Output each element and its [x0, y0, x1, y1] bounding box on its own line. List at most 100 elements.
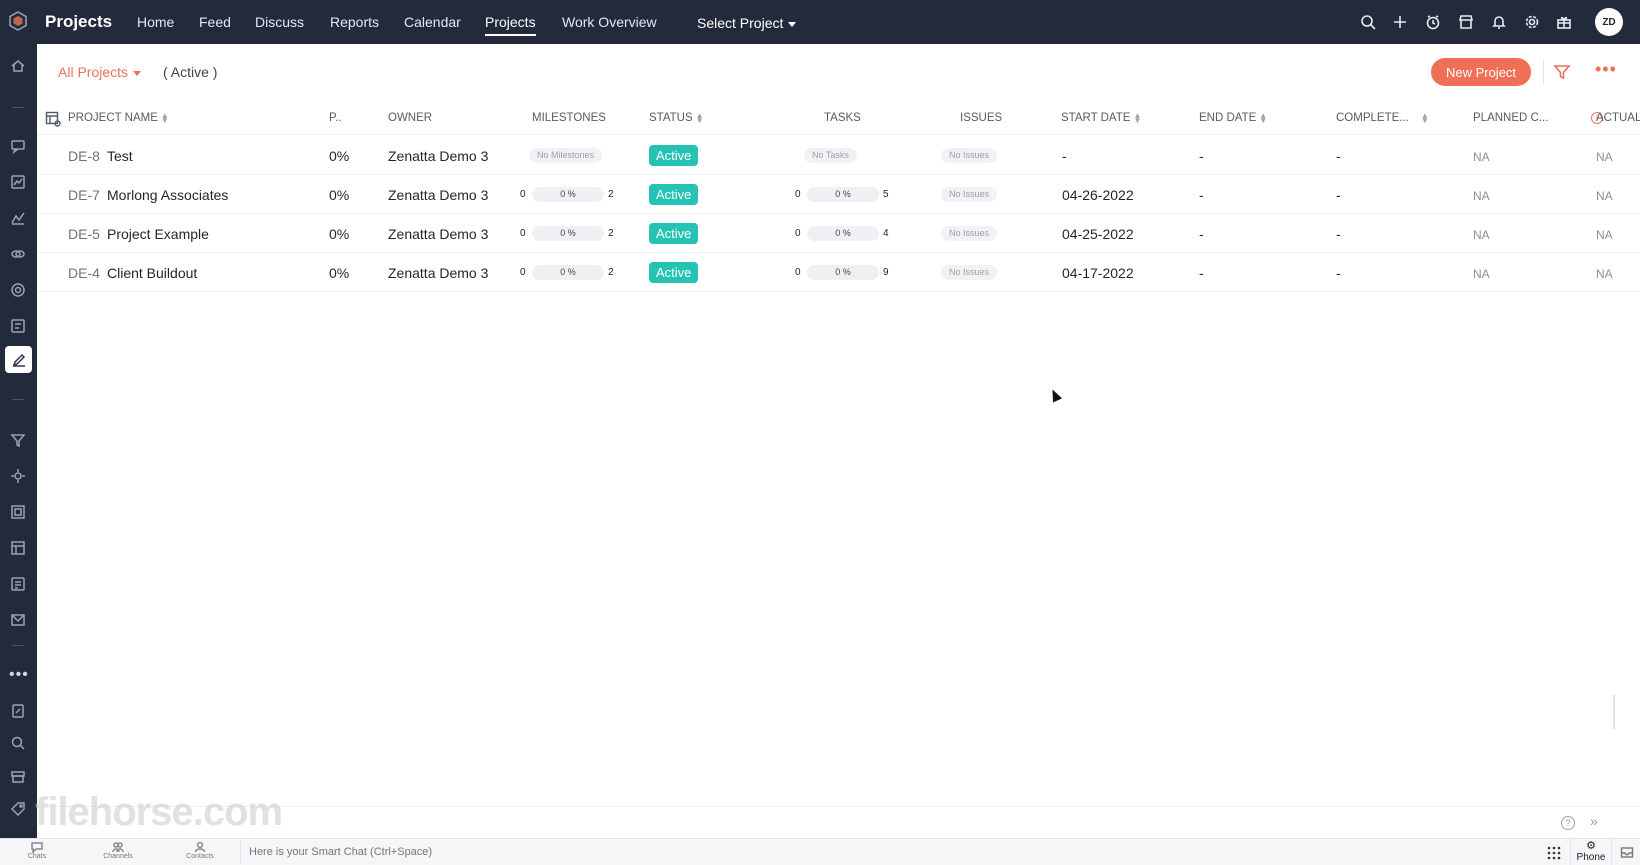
column-status[interactable]: STATUS ▲ ▼	[649, 111, 704, 124]
link-icon[interactable]	[9, 245, 27, 263]
sort-icon[interactable]: ▲ ▼	[1259, 111, 1267, 124]
column-issues[interactable]: ISSUES	[960, 112, 1002, 124]
table-row[interactable]: DE-8 Test 0% Zenatta Demo 3 No Milestone…	[37, 136, 1640, 175]
add-icon[interactable]	[1391, 13, 1409, 31]
help-icon[interactable]: ?	[1561, 816, 1575, 830]
nav-projects[interactable]: Projects	[485, 14, 536, 36]
reports-icon[interactable]	[9, 173, 27, 191]
collapse-panel-icon[interactable]: »	[1590, 813, 1598, 829]
document-icon[interactable]	[9, 702, 27, 720]
column-tasks[interactable]: TASKS	[824, 112, 861, 124]
rail-divider	[12, 645, 24, 646]
column-start-date[interactable]: START DATE ▲ ▼	[1061, 111, 1141, 124]
contacts-tab[interactable]: Contacts	[175, 841, 225, 860]
nav-home[interactable]: Home	[137, 14, 174, 30]
issues-empty-pill: No Issues	[941, 187, 998, 202]
nav-work-overview[interactable]: Work Overview	[562, 14, 657, 30]
chat-icon	[31, 842, 43, 853]
mail-icon[interactable]	[9, 611, 27, 629]
status-badge[interactable]: Active	[649, 145, 699, 166]
sort-icon[interactable]: ▲ ▼	[696, 111, 704, 124]
project-name-link[interactable]: Test	[107, 148, 133, 164]
toolbar-divider	[1543, 60, 1544, 84]
select-project-dropdown[interactable]: Select Project	[697, 15, 797, 31]
project-owner[interactable]: Zenatta Demo 3	[388, 148, 488, 164]
app-logo-icon[interactable]	[7, 10, 29, 32]
gear-icon[interactable]	[1523, 13, 1541, 31]
new-project-button[interactable]: New Project	[1431, 58, 1531, 86]
nav-reports[interactable]: Reports	[330, 14, 379, 30]
table-row[interactable]: DE-5 Project Example 0% Zenatta Demo 3 0…	[37, 214, 1640, 253]
app-grid-icon[interactable]	[1546, 845, 1562, 861]
discuss-icon[interactable]	[9, 137, 27, 155]
tasks-done: 0	[795, 228, 801, 239]
column-planned[interactable]: PLANNED C...	[1473, 112, 1548, 124]
table-row[interactable]: DE-4 Client Buildout 0% Zenatta Demo 3 0…	[37, 253, 1640, 292]
project-owner[interactable]: Zenatta Demo 3	[388, 187, 488, 203]
frame-icon[interactable]	[9, 503, 27, 521]
status-filter-label: ( Active )	[163, 64, 218, 80]
project-percent: 0%	[329, 148, 350, 164]
column-actual[interactable]: ACTUAL	[1596, 112, 1640, 124]
project-owner[interactable]: Zenatta Demo 3	[388, 265, 488, 281]
chevron-down-icon	[788, 21, 797, 27]
sort-icon[interactable]: ▲ ▼	[1421, 111, 1429, 124]
projects-icon[interactable]	[5, 346, 32, 373]
chevron-down-icon	[133, 70, 142, 76]
notes-icon[interactable]	[9, 575, 27, 593]
sort-icon[interactable]: ▲ ▼	[161, 111, 169, 124]
avatar[interactable]: ZD	[1595, 8, 1623, 36]
table-icon[interactable]	[9, 539, 27, 557]
column-owner[interactable]: OWNER	[388, 112, 432, 124]
filter-icon[interactable]	[1553, 63, 1571, 81]
board-icon[interactable]	[9, 317, 27, 335]
project-owner[interactable]: Zenatta Demo 3	[388, 226, 488, 242]
tag-icon[interactable]	[9, 800, 27, 818]
planned-cost: NA	[1473, 150, 1490, 164]
zoom-search-icon[interactable]	[9, 734, 27, 752]
timer-icon[interactable]	[1424, 13, 1442, 31]
project-name-link[interactable]: Project Example	[107, 226, 209, 242]
status-badge[interactable]: Active	[649, 223, 699, 244]
milestones-progress-bar: 0 %	[532, 265, 604, 280]
search-icon[interactable]	[1359, 13, 1377, 31]
more-options-icon[interactable]: •••	[1595, 60, 1617, 78]
chats-tab[interactable]: Chats	[12, 841, 62, 860]
integrations-icon[interactable]	[9, 467, 27, 485]
project-name-link[interactable]: Client Buildout	[107, 265, 197, 281]
end-date: -	[1199, 148, 1204, 164]
nav-feed[interactable]: Feed	[199, 14, 231, 30]
target-icon[interactable]	[9, 281, 27, 299]
notification-tray-icon[interactable]	[1620, 845, 1634, 859]
home-icon[interactable]	[9, 57, 27, 75]
store-icon[interactable]	[1457, 13, 1475, 31]
milestones-total: 2	[608, 189, 614, 200]
issues-empty-pill: No Issues	[941, 226, 998, 241]
channels-icon	[112, 842, 124, 853]
status-badge[interactable]: Active	[649, 184, 699, 205]
column-milestones[interactable]: MILESTONES	[532, 112, 606, 124]
analytics-icon[interactable]	[9, 209, 27, 227]
gift-icon[interactable]	[1555, 13, 1573, 31]
column-project-name[interactable]: PROJECT NAME ▲ ▼	[68, 111, 169, 124]
all-projects-dropdown[interactable]: All Projects	[58, 64, 142, 80]
nav-discuss[interactable]: Discuss	[255, 14, 304, 30]
table-row[interactable]: DE-7 Morlong Associates 0% Zenatta Demo …	[37, 175, 1640, 214]
archive-icon[interactable]	[9, 768, 27, 786]
sort-icon[interactable]: ▲ ▼	[1133, 111, 1141, 124]
nav-calendar[interactable]: Calendar	[404, 14, 461, 30]
funnel-icon[interactable]	[9, 431, 27, 449]
column-end-date[interactable]: END DATE ▲ ▼	[1199, 111, 1267, 124]
smart-chat-input[interactable]	[240, 841, 1530, 863]
channels-tab[interactable]: Channels	[93, 841, 143, 860]
status-badge[interactable]: Active	[649, 262, 699, 283]
phone-tab[interactable]: ⚙ Phone	[1570, 839, 1612, 865]
column-settings-icon[interactable]	[45, 111, 61, 127]
bell-icon[interactable]	[1490, 13, 1508, 31]
column-percent[interactable]: P..	[329, 112, 342, 124]
scrollbar[interactable]	[1613, 695, 1615, 729]
more-apps-icon[interactable]: •••	[9, 667, 29, 683]
column-completed[interactable]: COMPLETE... ▲ ▼	[1336, 111, 1429, 124]
project-name-link[interactable]: Morlong Associates	[107, 187, 228, 203]
column-end-date-label: END DATE	[1199, 112, 1257, 124]
